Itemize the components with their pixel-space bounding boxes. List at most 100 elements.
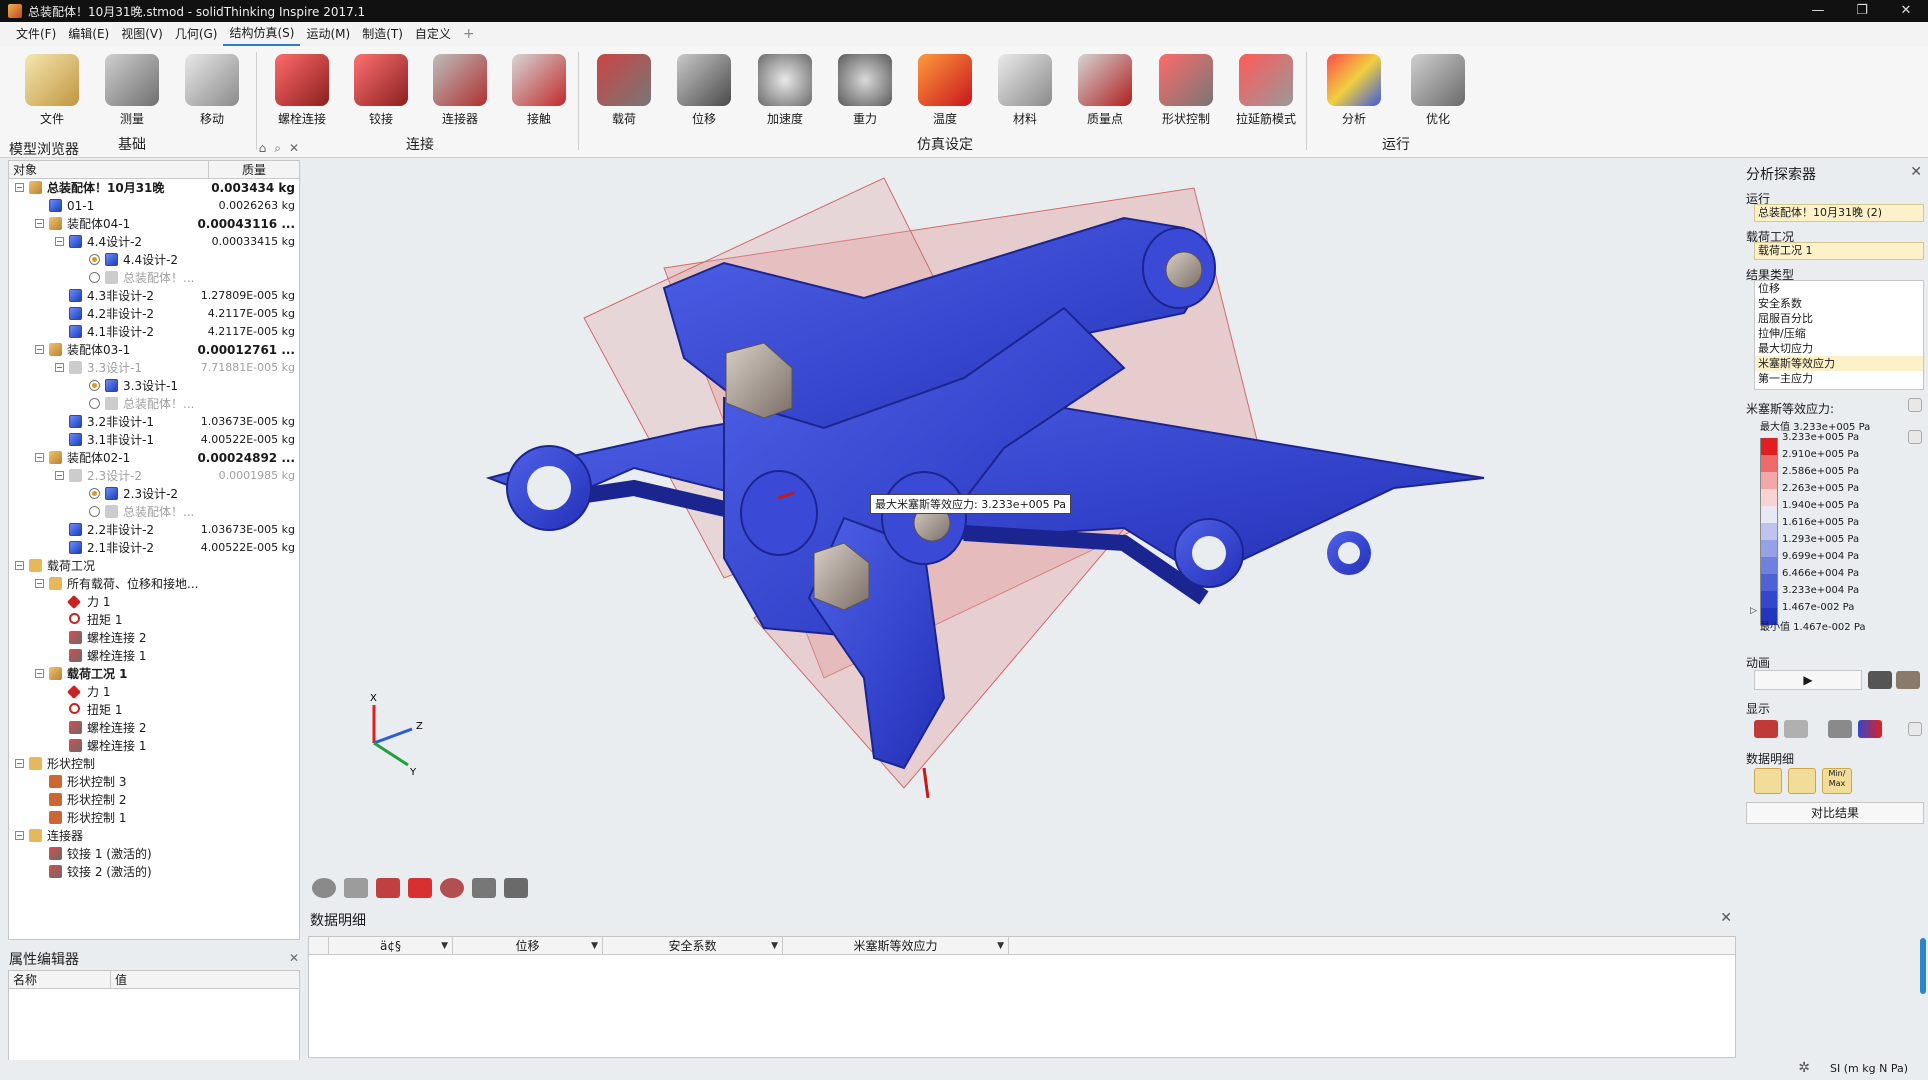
display-undeformed-icon[interactable] (1828, 720, 1852, 738)
run-select[interactable]: 总装配体！10月31晚 (2) (1754, 204, 1924, 222)
tree-row[interactable]: − 载荷工况 1 (9, 665, 299, 683)
unit-system[interactable]: SI (m kg N Pa) (1830, 1062, 1908, 1075)
radio-icon[interactable] (89, 272, 100, 283)
collapse-icon[interactable]: − (35, 345, 44, 354)
ribbon-button-1-2[interactable]: 连接器 (424, 54, 496, 140)
result-type-item[interactable]: 屈服百分比 (1755, 311, 1923, 326)
result-type-item[interactable]: 最大切应力 (1755, 341, 1923, 356)
close-icon[interactable]: ✕ (1910, 164, 1922, 180)
tree-row[interactable]: − 装配体03-1 0.00012761 ... (9, 341, 299, 359)
loadcase-select[interactable]: 载荷工况 1 (1754, 242, 1924, 260)
gear-icon[interactable]: ✲ (1798, 1060, 1810, 1076)
ribbon-button-2-4[interactable]: 温度 (909, 54, 981, 140)
camera-icon[interactable] (344, 878, 368, 898)
collapse-icon[interactable]: − (55, 471, 64, 480)
collapse-icon[interactable]: − (55, 363, 64, 372)
collapse-icon[interactable]: − (35, 579, 44, 588)
tree-row[interactable]: − 载荷工况 (9, 557, 299, 575)
close-icon[interactable]: ✕ (289, 951, 299, 965)
tree-row[interactable]: − 2.3设计-2 0.0001985 kg (9, 467, 299, 485)
tree-row[interactable]: 4.2非设计-2 4.2117E-005 kg (9, 305, 299, 323)
play-button[interactable]: ▶ (1754, 670, 1862, 690)
ribbon-button-0-2[interactable]: 移动 (176, 54, 248, 140)
compare-results-button[interactable]: 对比结果 (1746, 802, 1924, 824)
radio-icon[interactable] (89, 488, 100, 499)
tree-row[interactable]: − 所有载荷、位移和接地... (9, 575, 299, 593)
tree-row[interactable]: 3.3设计-1 (9, 377, 299, 395)
maximize-button[interactable]: ❐ (1840, 0, 1884, 22)
lightning-icon[interactable] (1908, 398, 1922, 412)
box-select-icon[interactable] (408, 878, 432, 898)
tree-row[interactable]: 力 1 (9, 593, 299, 611)
result-type-item[interactable]: 米塞斯等效应力 (1755, 356, 1923, 371)
ribbon-button-2-6[interactable]: 质量点 (1069, 54, 1141, 140)
menu-icon[interactable] (1908, 722, 1922, 736)
collapse-icon[interactable]: − (55, 237, 64, 246)
tree-row[interactable]: 铰接 1 (激活的) (9, 845, 299, 863)
tree-row[interactable]: − 装配体04-1 0.00043116 ... (9, 215, 299, 233)
collapse-icon[interactable]: − (15, 561, 24, 570)
menu-icon[interactable] (1908, 430, 1922, 444)
menu-item-1[interactable]: 编辑(E) (62, 23, 115, 45)
3d-viewport[interactable]: X Z Y 最大米塞斯等效应力: 3.233e+005 Pa (304, 158, 1738, 898)
ribbon-button-1-3[interactable]: 接触 (503, 54, 575, 140)
table-icon[interactable] (1788, 768, 1816, 794)
tree-row[interactable]: − 装配体02-1 0.00024892 ... (9, 449, 299, 467)
close-icon[interactable]: ✕ (1720, 910, 1732, 926)
column-object[interactable]: 对象 (9, 161, 209, 178)
display-color-icon[interactable] (1858, 720, 1882, 738)
radio-icon[interactable] (89, 398, 100, 409)
result-type-list[interactable]: 位移 安全系数 屈服百分比 拉伸/压缩 最大切应力 米塞斯等效应力 第一主应力 (1754, 280, 1924, 390)
tree-row[interactable]: 形状控制 2 (9, 791, 299, 809)
ribbon-button-3-1[interactable]: 优化 (1402, 54, 1474, 140)
ribbon-button-1-0[interactable]: 螺栓连接 (266, 54, 338, 140)
tree-row[interactable]: 4.1非设计-2 4.2117E-005 kg (9, 323, 299, 341)
column-mass[interactable]: 质量 (209, 161, 299, 178)
tree-row[interactable]: 2.2非设计-2 1.03673E-005 kg (9, 521, 299, 539)
menu-item-2[interactable]: 视图(V) (115, 23, 169, 45)
search-icon[interactable]: ⌕ (274, 141, 281, 156)
tree-row[interactable]: 铰接 2 (激活的) (9, 863, 299, 881)
tree-row[interactable]: 力 1 (9, 683, 299, 701)
tree-row[interactable]: 总装配体！... (9, 503, 299, 521)
add-tab-icon[interactable]: + (457, 26, 481, 42)
tree-row[interactable]: − 4.4设计-2 0.00033415 kg (9, 233, 299, 251)
collapse-icon[interactable]: − (35, 669, 44, 678)
chevron-down-icon[interactable]: ▼ (997, 937, 1004, 955)
view-icon[interactable] (472, 878, 496, 898)
data-column-0[interactable]: ä¢§ ▼ (329, 937, 453, 954)
tree-row[interactable]: 形状控制 1 (9, 809, 299, 827)
pin-icon[interactable]: ⌂ (259, 141, 267, 156)
result-type-item[interactable]: 安全系数 (1755, 296, 1923, 311)
model-render[interactable]: X Z Y (304, 158, 1738, 898)
tree-row[interactable]: − 形状控制 (9, 755, 299, 773)
eye-icon[interactable] (312, 878, 336, 898)
ribbon-button-0-0[interactable]: 文件 (16, 54, 88, 140)
tree-row[interactable]: 形状控制 3 (9, 773, 299, 791)
tree-row[interactable]: 螺栓连接 1 (9, 647, 299, 665)
ribbon-button-2-8[interactable]: 拉延筋模式 (1230, 54, 1302, 140)
close-icon[interactable]: ✕ (289, 141, 299, 156)
tree-row[interactable]: 螺栓连接 2 (9, 629, 299, 647)
close-button[interactable]: ✕ (1884, 0, 1928, 22)
probe-icon[interactable] (1754, 768, 1782, 794)
zoom-icon[interactable] (440, 878, 464, 898)
animation-mode-icon[interactable] (1868, 671, 1892, 689)
tree-row[interactable]: 3.2非设计-1 1.03673E-005 kg (9, 413, 299, 431)
collapse-icon[interactable]: − (15, 831, 24, 840)
tree-row[interactable]: 螺栓连接 1 (9, 737, 299, 755)
menu-item-5[interactable]: 运动(M) (300, 23, 356, 45)
slider-handle[interactable] (1920, 938, 1926, 994)
collapse-icon[interactable]: − (35, 219, 44, 228)
collapse-icon[interactable]: − (15, 183, 24, 192)
radio-icon[interactable] (89, 506, 100, 517)
ribbon-button-2-5[interactable]: 材料 (989, 54, 1061, 140)
result-type-item[interactable]: 第一主应力 (1755, 371, 1923, 386)
tree-row[interactable]: 总装配体！... (9, 269, 299, 287)
tree-row[interactable]: 扭矩 1 (9, 701, 299, 719)
result-type-item[interactable]: 拉伸/压缩 (1755, 326, 1923, 341)
chevron-down-icon[interactable]: ▼ (441, 937, 448, 955)
animation-settings-icon[interactable] (1896, 671, 1920, 689)
collapse-icon[interactable]: − (35, 453, 44, 462)
tree-row[interactable]: − 总装配体！10月31晚 0.003434 kg (9, 179, 299, 197)
